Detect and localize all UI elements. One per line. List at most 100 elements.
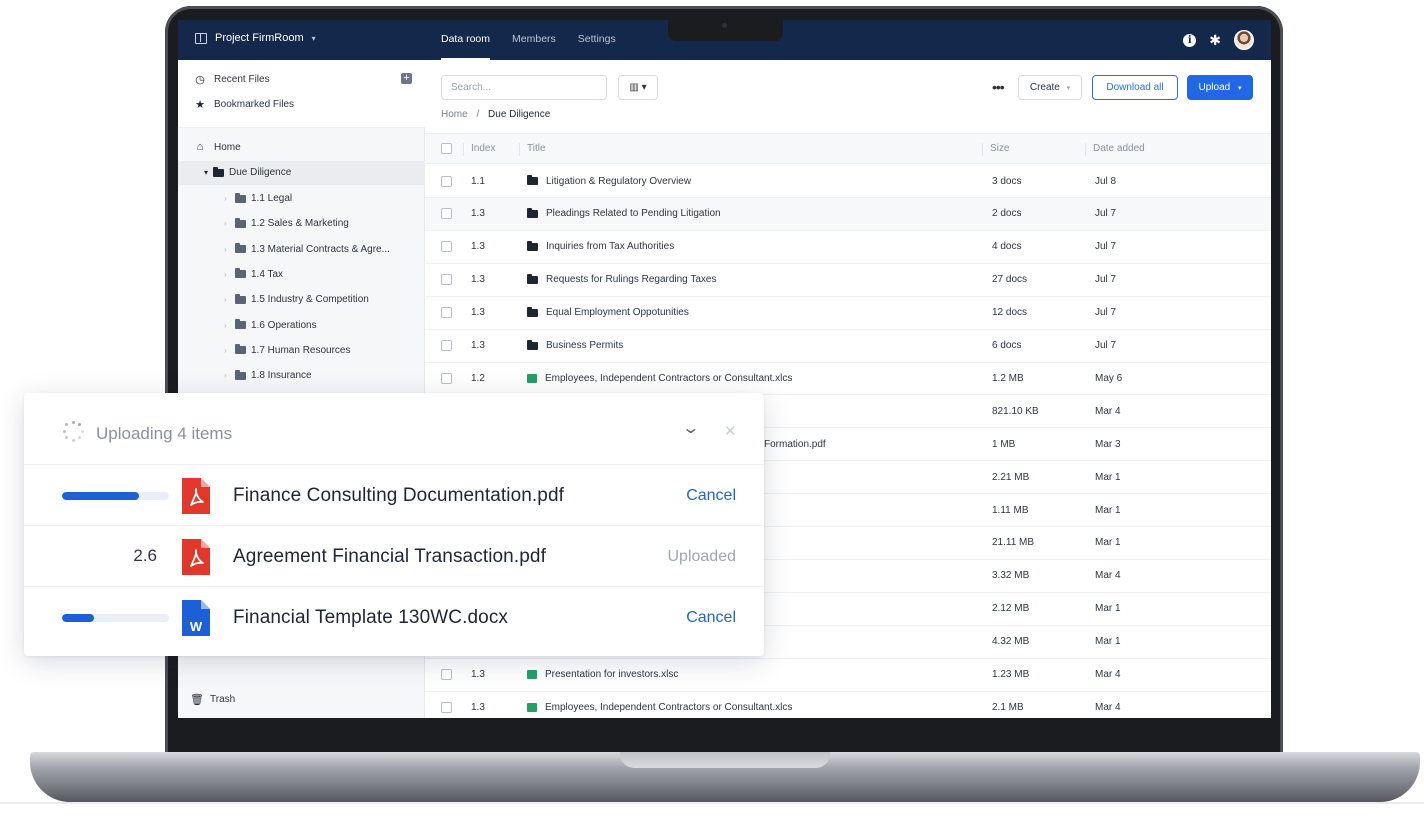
sidebar-item-folder[interactable]: › 1.5 Industry & Competition	[224, 293, 369, 305]
row-index: 1.3	[471, 208, 485, 220]
sidebar-item-due-diligence[interactable]: ▾ Due Diligence	[204, 166, 291, 178]
sidebar-item-folder[interactable]: › 1.8 Insurance	[224, 369, 312, 382]
row-date: Jul 7	[1095, 241, 1117, 253]
row-checkbox[interactable]	[441, 264, 452, 296]
spinner-dot	[71, 420, 75, 424]
info-icon[interactable]: i	[1183, 33, 1197, 47]
spreadsheet-icon	[527, 670, 537, 679]
sidebar-item-folder[interactable]: › 1.4 Tax	[224, 268, 283, 280]
column-divider	[463, 143, 464, 156]
checkbox-box	[441, 372, 452, 384]
chevron-right-icon: ›	[224, 219, 227, 229]
add-icon[interactable]: +	[401, 73, 412, 84]
row-checkbox[interactable]	[441, 691, 452, 718]
sidebar-item-label: 1.3 Material Contracts & Agre...	[251, 243, 390, 255]
sidebar-item-folder[interactable]: › 1.7 Human Resources	[224, 344, 351, 356]
checkbox-box	[441, 669, 452, 680]
tab-settings[interactable]: Settings	[578, 20, 616, 60]
row-size: 4.32 MB	[992, 636, 1030, 648]
project-switcher[interactable]: Project FirmRoom ▾	[195, 32, 316, 44]
row-title-text: Employees, Independent Contractors or Co…	[545, 372, 793, 384]
folder-icon	[235, 192, 246, 203]
sidebar-item-folder[interactable]: › 1.1 Legal	[224, 192, 292, 204]
row-date: Mar 4	[1095, 669, 1121, 680]
table-row[interactable]: 1.2 Employees, Independent Contractors or…	[425, 362, 1271, 396]
row-date: Mar 4	[1095, 405, 1121, 417]
view-toggle-button[interactable]: ▥ ▾	[618, 75, 658, 100]
sidebar-item-folder[interactable]: › 1.3 Material Contracts & Agre...	[224, 243, 390, 255]
row-date: Mar 4	[1095, 701, 1121, 713]
folder-icon	[235, 319, 246, 329]
select-all-checkbox[interactable]	[441, 134, 452, 163]
col-size[interactable]: Size	[990, 134, 1009, 163]
row-size: 3.32 MB	[992, 570, 1030, 582]
row-checkbox[interactable]	[441, 198, 452, 230]
row-title[interactable]: Business Permits	[527, 330, 623, 362]
row-title-text: Pleadings Related to Pending Litigation	[546, 208, 721, 220]
table-row[interactable]: 1.3 Pleadings Related to Pending Litigati…	[425, 197, 1271, 231]
table-row[interactable]: 1.3 Employees, Independent Contractors or…	[425, 691, 1271, 718]
row-title[interactable]: Inquiries from Tax Authorities	[527, 231, 674, 263]
row-checkbox[interactable]	[441, 297, 452, 329]
row-index: 1.3	[471, 669, 485, 680]
table-row[interactable]: 1.3 Business Permits 6 docs Jul 7	[425, 330, 1271, 363]
create-button[interactable]: Create ▾	[1018, 75, 1082, 100]
row-index: 1.3	[471, 307, 485, 319]
spreadsheet-icon	[527, 373, 537, 383]
row-checkbox[interactable]	[441, 231, 452, 263]
gear-icon[interactable]: ✱	[1209, 33, 1221, 47]
row-title[interactable]: Presentation for investors.xlsc	[527, 659, 678, 691]
row-date: Mar 1	[1095, 603, 1121, 615]
row-title-text: Business Permits	[546, 340, 624, 351]
table-row[interactable]: 1.3 Equal Employment Oppotunities 12 docs J…	[425, 297, 1271, 330]
nav-tabs: Data room Members Settings	[441, 20, 616, 60]
row-title[interactable]: Formation.pdf	[764, 428, 826, 460]
table-row[interactable]: 1.3 Requests for Rulings Regarding Taxes 2…	[425, 264, 1271, 297]
row-title[interactable]: Litigation & Regulatory Overview	[527, 165, 691, 197]
sidebar-item-label: 1.8 Insurance	[251, 370, 312, 382]
row-checkbox[interactable]	[441, 659, 452, 691]
close-icon[interactable]: ✕	[724, 422, 737, 440]
breadcrumb-separator: /	[476, 109, 480, 120]
row-title[interactable]: Pleadings Related to Pending Litigation	[527, 198, 721, 230]
upload-progress-bar	[62, 614, 169, 622]
row-title[interactable]: Employees, Independent Contractors or Co…	[527, 691, 792, 718]
tab-members[interactable]: Members	[512, 20, 556, 60]
breadcrumb-home[interactable]: Home	[441, 109, 468, 120]
collapse-icon[interactable]: ⌄	[681, 418, 700, 438]
search-input[interactable]: Search...	[441, 75, 607, 100]
col-title[interactable]: Title	[527, 134, 546, 163]
checkbox-box	[441, 340, 452, 351]
pdf-file-icon	[182, 478, 210, 514]
row-checkbox[interactable]	[441, 362, 452, 394]
more-options-button[interactable]: •••	[992, 79, 1005, 95]
upload-button[interactable]: Upload ▾	[1187, 75, 1253, 100]
row-title[interactable]: Employees, Independent Contractors or Co…	[527, 362, 792, 394]
cancel-upload-button[interactable]: Cancel	[686, 487, 736, 505]
sidebar-item-recent[interactable]: ◷ Recent Files	[194, 73, 269, 86]
row-title[interactable]: Requests for Rulings Regarding Taxes	[527, 264, 716, 296]
row-date: Jul 7	[1095, 307, 1117, 319]
cancel-upload-button[interactable]: Cancel	[686, 609, 736, 627]
table-row[interactable]: 1.3 Presentation for investors.xlsc 1.23 M…	[425, 659, 1271, 692]
row-size: 2.21 MB	[992, 471, 1030, 483]
sidebar-item-folder[interactable]: › 1.6 Operations	[224, 319, 317, 331]
tab-data-room[interactable]: Data room	[441, 20, 491, 60]
row-checkbox[interactable]	[441, 330, 452, 362]
avatar[interactable]	[1234, 30, 1254, 50]
row-title[interactable]: Equal Employment Oppotunities	[527, 297, 689, 329]
col-index[interactable]: Index	[471, 134, 495, 163]
laptop-mockup: Project FirmRoom ▾ Data room Members Setti…	[0, 0, 1424, 819]
sidebar-item-trash[interactable]: 🗑 Trash	[190, 693, 235, 706]
pdf-file-icon	[182, 539, 210, 575]
table-row[interactable]: 1.1 Litigation & Regulatory Overview 3 doc…	[425, 165, 1271, 198]
sidebar-item-bookmarked[interactable]: ★ Bookmarked Files	[194, 98, 294, 111]
table-row[interactable]: 1.3 Inquiries from Tax Authorities 4 docs J…	[425, 231, 1271, 264]
row-checkbox[interactable]	[441, 165, 452, 197]
spinner-dot	[62, 429, 66, 433]
row-size: 1.23 MB	[992, 669, 1030, 680]
sidebar-item-home[interactable]: ⌂ Home	[194, 141, 241, 153]
download-all-button[interactable]: Download all	[1092, 75, 1178, 100]
sidebar-item-folder[interactable]: › 1.2 Sales & Marketing	[224, 217, 349, 229]
col-date[interactable]: Date added	[1093, 134, 1145, 163]
